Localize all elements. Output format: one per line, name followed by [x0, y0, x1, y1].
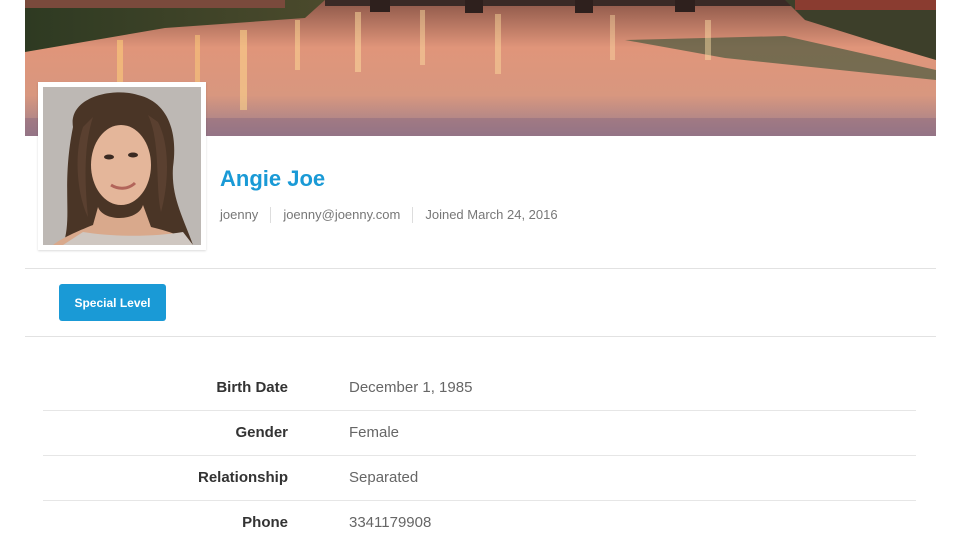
meta-divider [412, 207, 414, 223]
detail-value: Separated [349, 469, 419, 486]
special-level-button[interactable]: Special Level [59, 284, 166, 321]
username: joenny [220, 207, 259, 222]
detail-value: Female [349, 424, 400, 441]
avatar[interactable] [38, 82, 206, 250]
avatar-photo [43, 87, 201, 245]
profile-details-table: Birth Date December 1, 1985 Gender Femal… [43, 366, 916, 540]
detail-value: 3341179908 [349, 514, 432, 531]
profile-page: Angie Joe joenny joenny@joenny.com Joine… [0, 0, 960, 540]
joined-date: Joined March 24, 2016 [425, 207, 558, 222]
profile-name: Angie Joe [220, 166, 326, 191]
detail-label: Phone [242, 514, 288, 531]
email-link[interactable]: joenny@joenny.com [283, 207, 400, 223]
detail-row-relationship: Relationship Separated [43, 456, 916, 501]
section-divider [25, 336, 936, 337]
detail-row-gender: Gender Female [43, 411, 916, 456]
detail-label: Relationship [197, 469, 288, 486]
profile-meta: joenny joenny@joenny.com Joined March 24… [220, 207, 558, 223]
detail-label: Birth Date [216, 379, 288, 396]
detail-row-phone: Phone 3341179908 [43, 501, 916, 540]
section-divider [25, 268, 936, 269]
meta-divider [270, 207, 272, 223]
detail-value: December 1, 1985 [349, 379, 473, 396]
detail-label: Gender [235, 424, 288, 441]
detail-row-birth-date: Birth Date December 1, 1985 [43, 366, 916, 411]
